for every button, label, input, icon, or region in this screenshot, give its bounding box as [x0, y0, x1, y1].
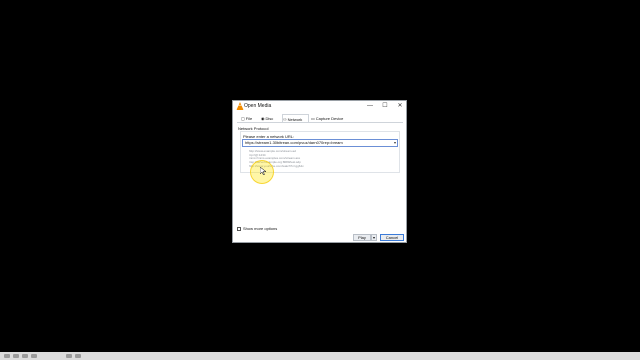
cancel-button[interactable]: Cancel — [380, 234, 404, 241]
play-button[interactable]: Play — [353, 234, 371, 241]
chevron-down-icon[interactable]: ▾ — [394, 140, 396, 146]
vlc-cone-icon — [236, 102, 244, 110]
network-url-input[interactable]: https://stream1.30bitrean.com/pvuz/darn0… — [242, 139, 398, 147]
minimize-button[interactable]: — — [363, 101, 377, 111]
title-bar[interactable]: Open Media — ☐ ✕ — [233, 101, 406, 112]
network-url-value: https://stream1.30bitrean.com/pvuz/darn0… — [245, 140, 343, 145]
chevron-down-icon: ▾ — [372, 235, 375, 240]
dialog-title: Open Media — [244, 103, 272, 109]
taskbar-app-icon[interactable] — [66, 354, 72, 358]
taskbar — [0, 352, 640, 360]
play-dropdown-button[interactable]: ▾ — [371, 234, 377, 241]
mouse-pointer-icon — [260, 167, 266, 175]
taskbar-app-icon[interactable] — [75, 354, 81, 358]
taskbar-app-icon[interactable] — [22, 354, 28, 358]
start-icon[interactable] — [4, 354, 10, 358]
taskbar-app-icon[interactable] — [13, 354, 19, 358]
show-more-options[interactable]: Show more options — [237, 226, 277, 231]
show-more-checkbox[interactable] — [237, 226, 241, 231]
show-more-label: Show more options — [243, 226, 278, 231]
taskbar-app-icon[interactable] — [31, 354, 37, 358]
close-button[interactable]: ✕ — [393, 101, 407, 111]
maximize-button[interactable]: ☐ — [378, 101, 392, 111]
